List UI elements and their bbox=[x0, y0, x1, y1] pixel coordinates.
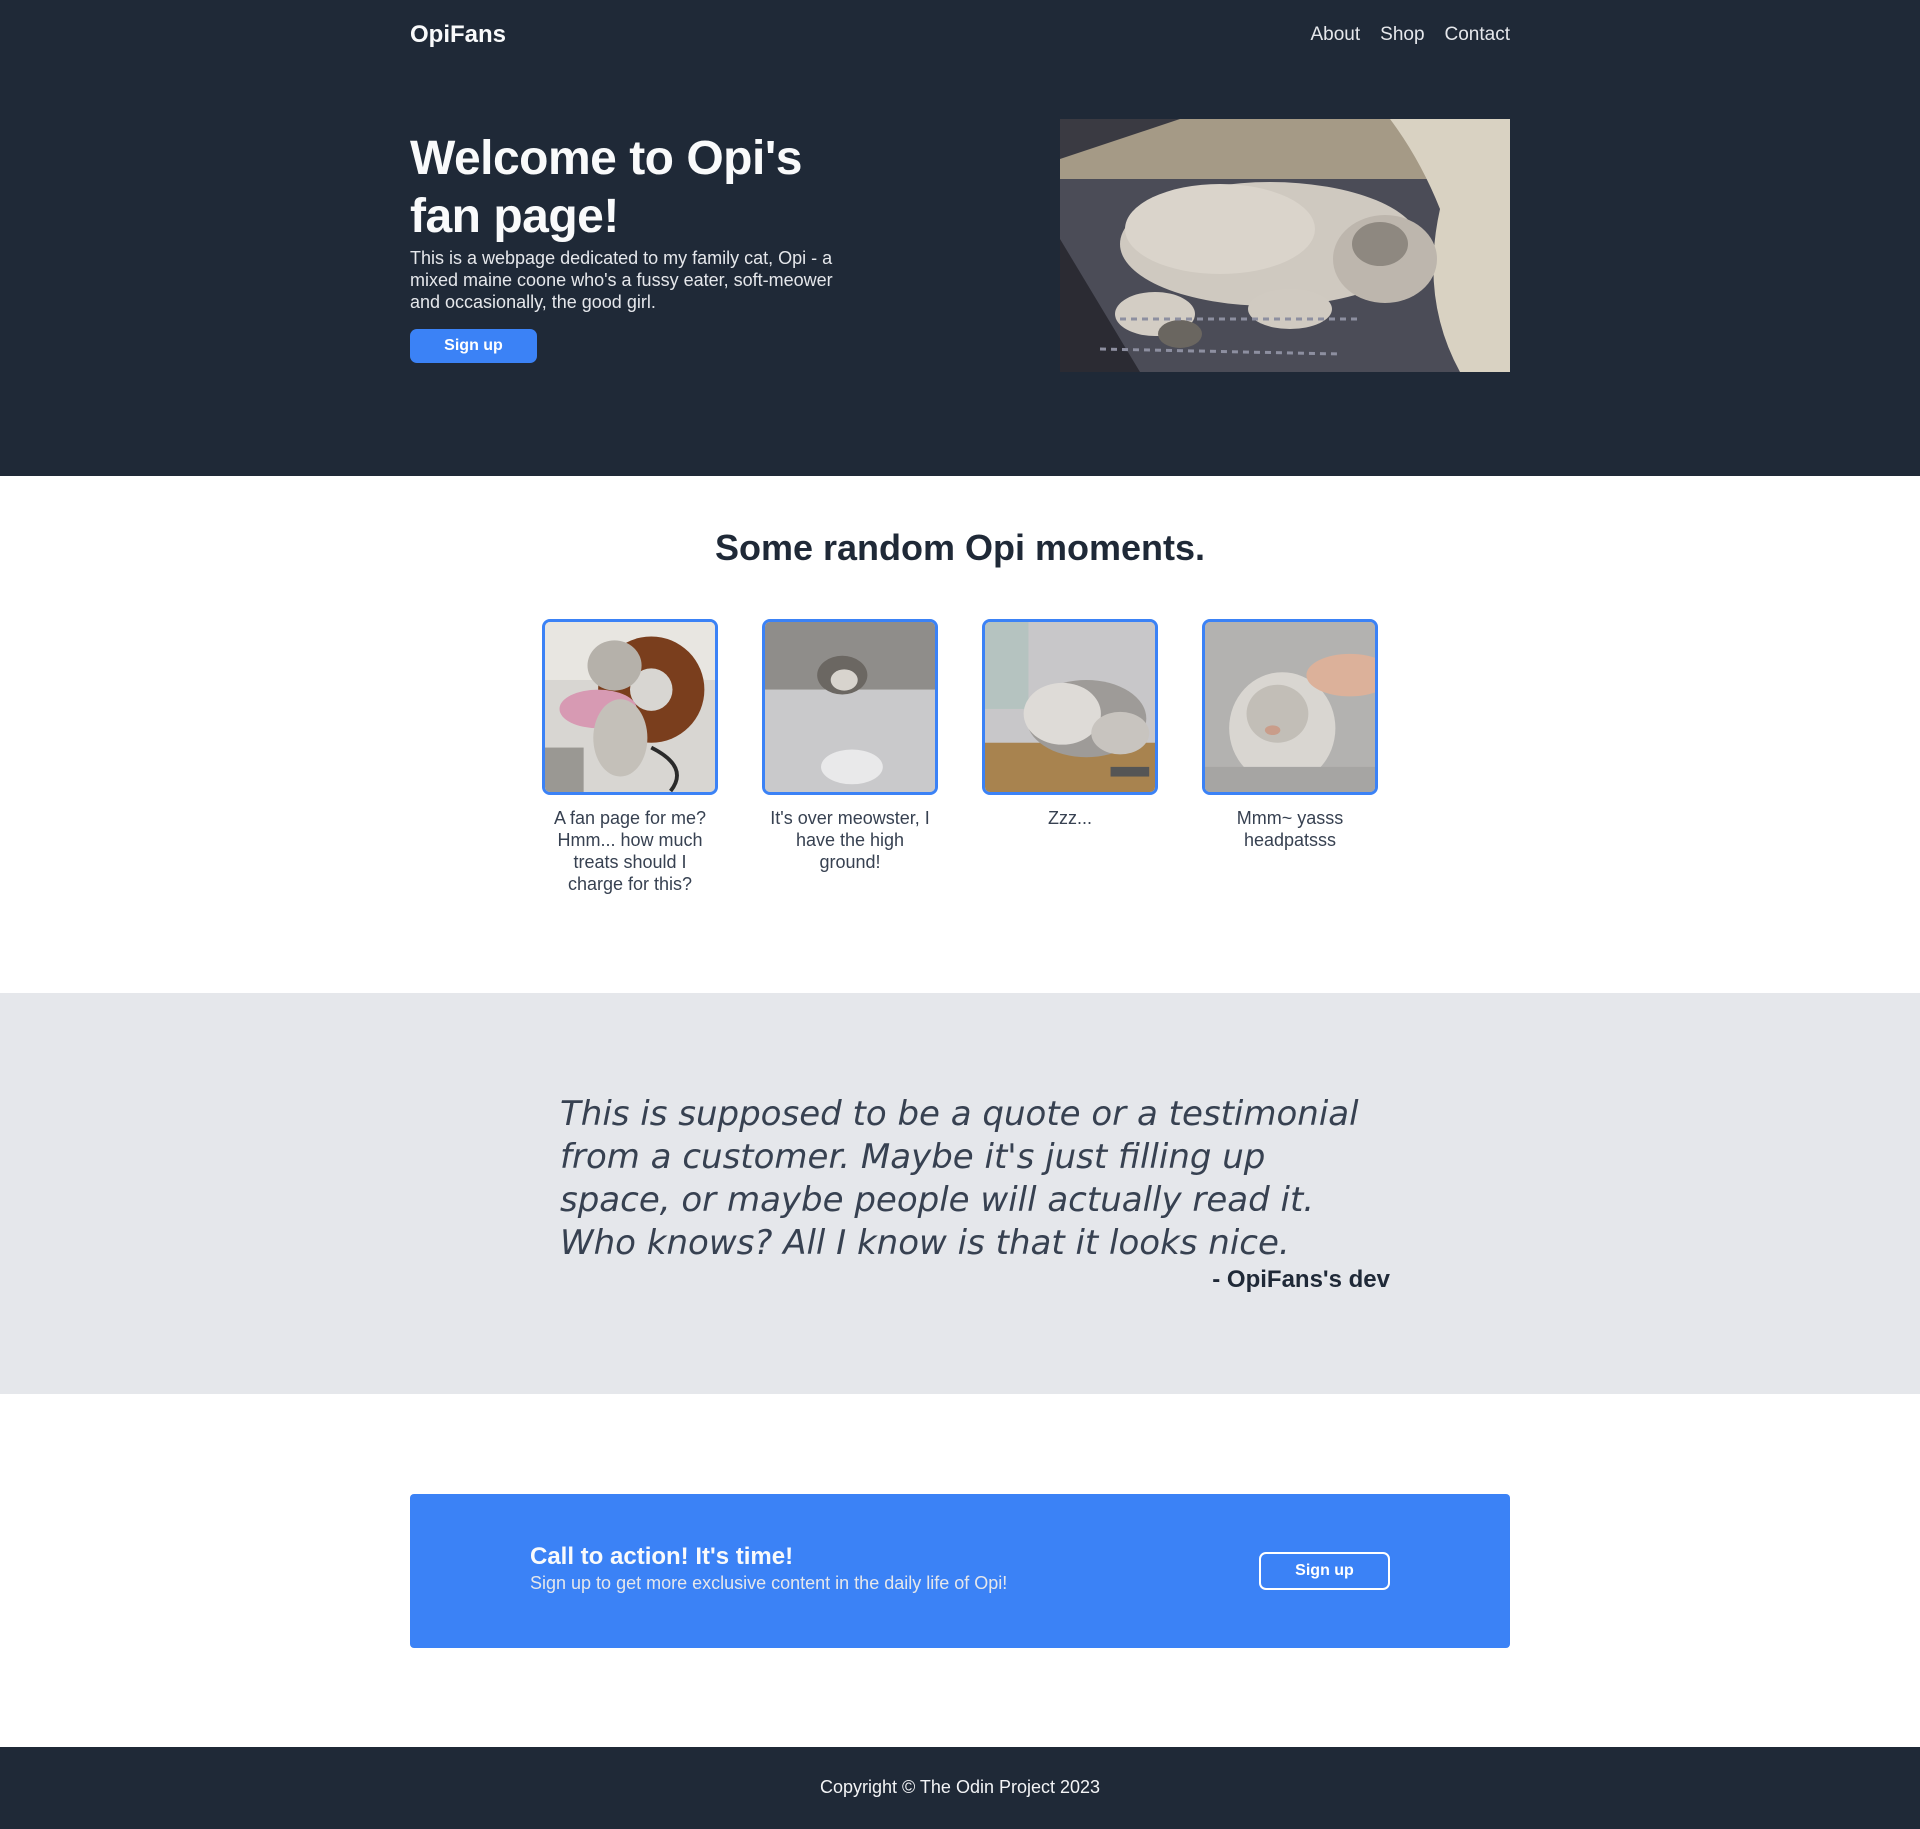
nav-link-shop[interactable]: Shop bbox=[1380, 22, 1424, 48]
moment-card: A fan page for me? Hmm... how much treat… bbox=[542, 619, 718, 895]
hero-description: This is a webpage dedicated to my family… bbox=[410, 248, 833, 312]
nav-link-contact[interactable]: Contact bbox=[1445, 22, 1510, 48]
moment-caption: A fan page for me? Hmm... how much treat… bbox=[553, 808, 707, 894]
moment-image[interactable] bbox=[1202, 619, 1378, 795]
moments-title: Some random Opi moments. bbox=[714, 527, 1206, 568]
moment-caption: Mmm~ yasss headpatsss bbox=[1236, 808, 1344, 850]
site-logo[interactable]: OpiFans bbox=[410, 21, 506, 49]
main-nav: About Shop Contact bbox=[1310, 22, 1510, 48]
cta-title: Call to action! It's time! bbox=[530, 1543, 794, 1570]
moments-gallery: A fan page for me? Hmm... how much treat… bbox=[542, 619, 1378, 895]
cat-sleeping-photo bbox=[985, 622, 1155, 792]
testimonial-quote: This is supposed to be a quote or a test… bbox=[560, 1094, 1359, 1263]
hero-section bbox=[0, 0, 1920, 476]
site-footer: Copyright © The Odin Project 2023 bbox=[0, 1747, 1920, 1829]
moment-caption: It's over meowster, I have the high grou… bbox=[770, 808, 930, 872]
cat-headpat-photo bbox=[1205, 622, 1375, 792]
hero-cat-image bbox=[1060, 119, 1510, 372]
hero-signup-button[interactable]: Sign up bbox=[410, 329, 537, 363]
moment-image[interactable] bbox=[542, 619, 718, 795]
moment-image[interactable] bbox=[762, 619, 938, 795]
cta-signup-button[interactable]: Sign up bbox=[1259, 1552, 1390, 1590]
moment-card: Zzz... bbox=[982, 619, 1158, 895]
cat-high-ground-photo bbox=[765, 622, 935, 792]
moment-caption: Zzz... bbox=[1048, 808, 1092, 828]
nav-link-about[interactable]: About bbox=[1310, 22, 1360, 48]
cta-description: Sign up to get more exclusive content in… bbox=[530, 1573, 1008, 1593]
moment-card: Mmm~ yasss headpatsss bbox=[1202, 619, 1378, 895]
copyright-text: Copyright © The Odin Project 2023 bbox=[819, 1777, 1101, 1797]
call-to-action-box: Call to action! It's time! Sign up to ge… bbox=[410, 1494, 1510, 1648]
hero-title: Welcome to Opi's fan page! bbox=[410, 132, 802, 243]
testimonial-author: - OpiFans's dev bbox=[1212, 1266, 1390, 1293]
moment-card: It's over meowster, I have the high grou… bbox=[762, 619, 938, 895]
moment-image[interactable] bbox=[982, 619, 1158, 795]
cat-donut-photo bbox=[545, 622, 715, 792]
sleeping-cat-photo bbox=[1060, 119, 1510, 372]
